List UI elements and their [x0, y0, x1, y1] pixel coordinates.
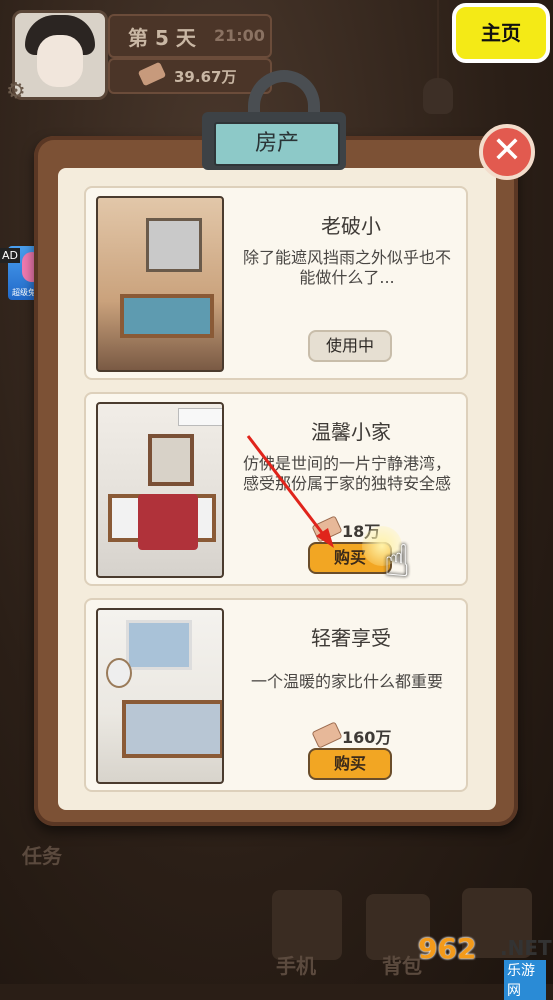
house-name: 轻奢享受 [311, 626, 391, 650]
room-air-conditioner [178, 408, 222, 426]
house-image-2 [96, 402, 224, 578]
day-counter: 第 5 天 [128, 26, 196, 50]
watermark-domain: .NET [500, 936, 552, 960]
background-lightbulb [423, 78, 453, 114]
room-window [146, 218, 202, 272]
house-description: 除了能遮风挡雨之外似乎也不能做什么了... [242, 248, 451, 287]
room-blanket [138, 494, 198, 550]
room-bed [122, 700, 222, 758]
buy-button[interactable]: 购买 [308, 748, 392, 780]
money-panel: 39.67万 [108, 58, 272, 94]
day-time-panel: 第 5 天 21:00 [108, 14, 272, 58]
house-card-3: 轻奢享受 一个温暖的家比什么都重要 160万 购买 [84, 598, 468, 792]
house-name: 老破小 [321, 214, 381, 238]
room-window [148, 434, 194, 486]
gear-icon[interactable]: ⚙ [6, 80, 30, 104]
panel-title: 房产 [214, 122, 340, 166]
room-window [126, 620, 192, 670]
house-name: 温馨小家 [311, 420, 391, 444]
pointing-hand-icon: ☝ [383, 536, 411, 587]
house-image-1 [96, 196, 224, 372]
money-icon [311, 515, 343, 543]
phone-label[interactable]: 手机 [276, 950, 316, 979]
task-label[interactable]: 任务 [22, 840, 62, 869]
avatar-face [37, 35, 83, 87]
close-button[interactable]: ✕ [479, 124, 535, 180]
money-amount: 39.67万 [174, 68, 237, 86]
background-lamp-cord [437, 0, 439, 80]
money-icon [311, 721, 343, 749]
house-description: 仿佛是世间的一片宁静港湾，感受那份属于家的独特安全感 [242, 454, 451, 493]
clock-time: 21:00 [214, 26, 265, 45]
ad-badge: AD [0, 248, 20, 263]
room-mirror [106, 658, 132, 688]
house-card-1: 老破小 除了能遮风挡雨之外似乎也不能做什么了... 使用中 [84, 186, 468, 380]
watermark-site: 乐游网 [504, 960, 546, 1000]
room-bed [120, 294, 214, 338]
house-image-3 [96, 608, 224, 784]
watermark-number: 962 [418, 932, 477, 965]
house-description: 一个温暖的家比什么都重要 [250, 672, 443, 691]
home-button[interactable]: 主页 [452, 3, 550, 63]
house-price: 160万 [311, 721, 434, 749]
watermark-logo: 962 .NET 乐游网 [414, 930, 552, 1000]
price-value: 160万 [342, 728, 392, 747]
in-use-button[interactable]: 使用中 [308, 330, 392, 362]
close-icon: ✕ [491, 130, 523, 171]
money-icon [137, 61, 167, 87]
